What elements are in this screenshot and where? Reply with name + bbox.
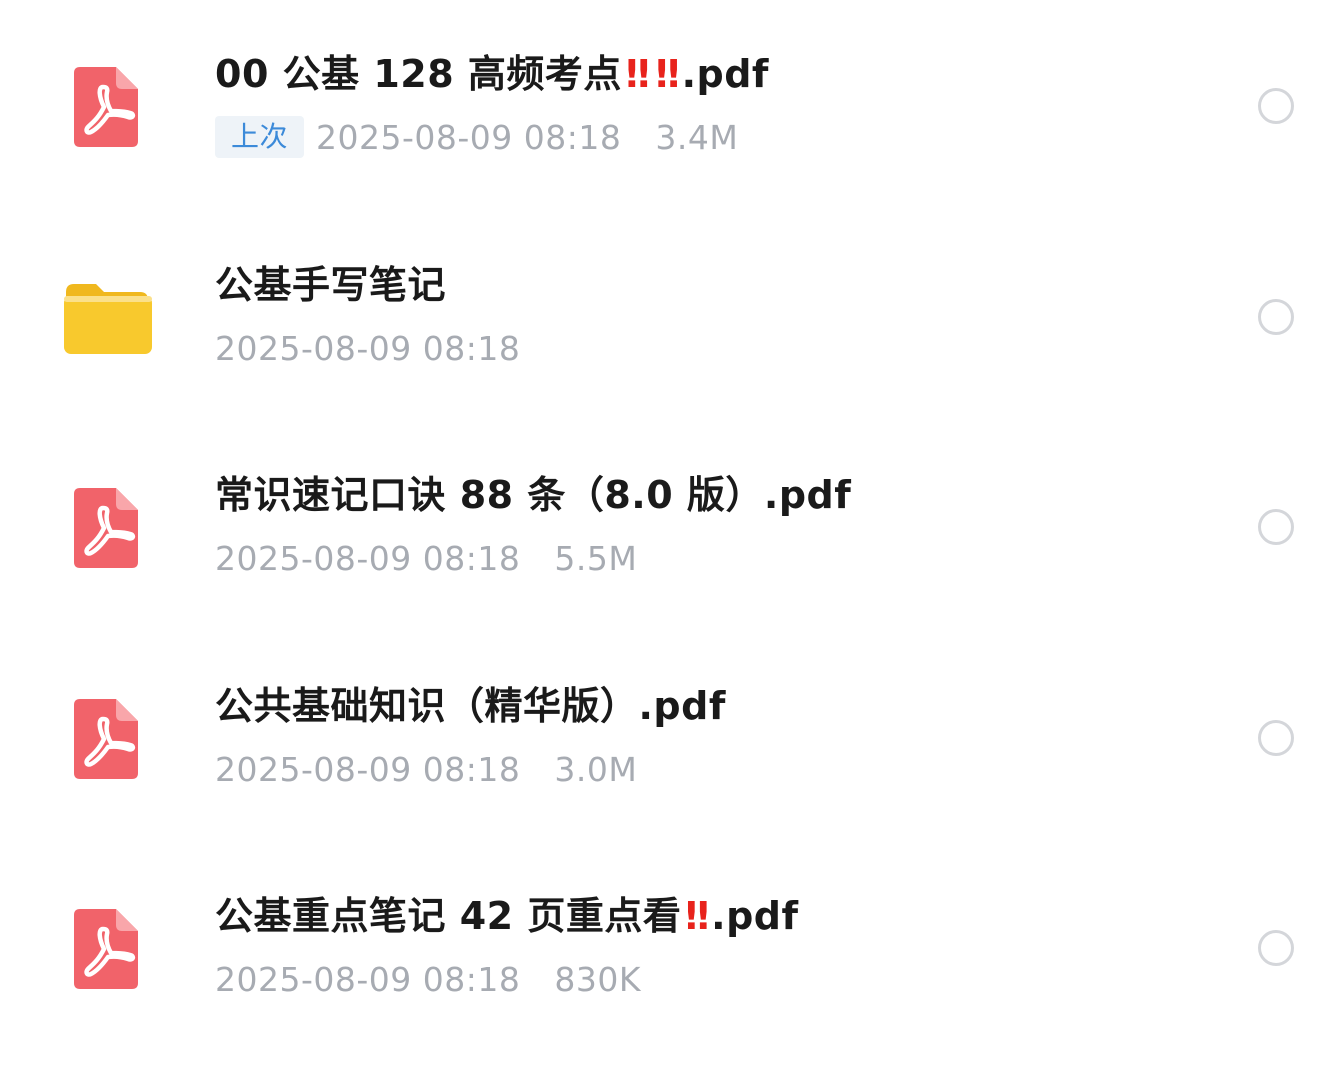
file-meta: 2025-08-09 08:18 — [215, 326, 520, 370]
file-size: 3.0M — [554, 749, 638, 789]
file-date: 2025-08-09 08:18 — [215, 328, 521, 368]
warning-mark: ‼ — [655, 52, 680, 96]
pdf-icon — [58, 57, 156, 155]
file-meta: 2025-08-09 08:18 830K — [215, 957, 641, 1001]
last-opened-badge: 上次 — [215, 116, 305, 158]
file-date: 2025-08-09 08:18 — [215, 959, 521, 999]
pdf-icon — [58, 478, 156, 576]
file-date: 2025-08-09 08:18 — [316, 117, 622, 157]
file-date: 2025-08-09 08:18 — [215, 538, 521, 578]
folder-icon — [58, 268, 156, 366]
file-name: 公共基础知识（精华版）.pdf — [215, 684, 726, 728]
file-size: 3.4M — [655, 117, 739, 157]
folder-name: 公基手写笔记 — [215, 263, 447, 307]
file-row[interactable]: 公共基础知识（精华版）.pdf 2025-08-09 08:18 3.0M — [0, 632, 1343, 843]
file-row[interactable]: 公基重点笔记 42 页重点看 ‼ .pdf 2025-08-09 08:18 830… — [0, 842, 1343, 1053]
file-name: 公基重点笔记 42 页重点看 ‼ .pdf — [215, 894, 799, 938]
pdf-icon — [58, 899, 156, 997]
file-meta: 2025-08-09 08:18 5.5M — [215, 536, 637, 580]
file-size: 830K — [554, 959, 642, 999]
select-radio[interactable] — [1258, 298, 1294, 335]
file-meta: 2025-08-09 08:18 3.0M — [215, 747, 637, 791]
file-size: 5.5M — [554, 538, 638, 578]
file-row[interactable]: 00 公基 128 高频考点 ‼ ‼ .pdf 上次 2025-08-09 08:18… — [0, 0, 1343, 211]
warning-mark: ‼ — [685, 894, 709, 938]
warning-mark: ‼ — [625, 52, 650, 96]
file-row[interactable]: 常识速记口诀 88 条（8.0 版）.pdf 2025-08-09 08:18 … — [0, 421, 1343, 632]
select-radio[interactable] — [1258, 929, 1294, 966]
file-date: 2025-08-09 08:18 — [215, 749, 521, 789]
pdf-icon — [58, 689, 156, 787]
select-radio[interactable] — [1258, 719, 1294, 756]
select-radio[interactable] — [1258, 87, 1294, 124]
file-row[interactable]: 公基手写笔记 2025-08-09 08:18 — [0, 211, 1343, 422]
file-name: 00 公基 128 高频考点 ‼ ‼ .pdf — [215, 52, 769, 96]
file-name: 常识速记口诀 88 条（8.0 版）.pdf — [215, 473, 852, 517]
file-meta: 上次 2025-08-09 08:18 3.4M — [215, 115, 738, 159]
file-list: 00 公基 128 高频考点 ‼ ‼ .pdf 上次 2025-08-09 08:18… — [0, 0, 1343, 1080]
select-radio[interactable] — [1258, 508, 1294, 545]
